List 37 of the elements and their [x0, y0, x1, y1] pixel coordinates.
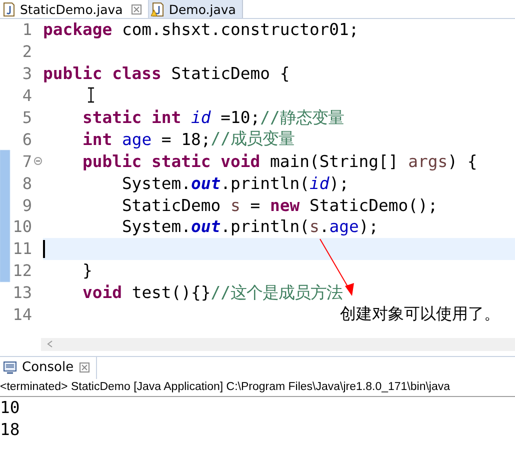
- code-line: System.out.println(id);: [120, 172, 350, 194]
- code-line: public static void main(String[] args) {: [81, 150, 478, 172]
- scroll-left-icon[interactable]: [47, 340, 53, 348]
- horizontal-scrollbar[interactable]: [41, 338, 515, 351]
- line-number: 12: [12, 261, 32, 280]
- collapse-icon[interactable]: [34, 157, 42, 166]
- editor-tab[interactable]: Demo.java: [148, 0, 243, 18]
- console-output: 18: [0, 418, 21, 441]
- line-number: 8: [21, 174, 32, 193]
- code-line: System.out.println(s.age);: [120, 216, 380, 238]
- line-number: 5: [21, 108, 32, 127]
- line-number: 7: [21, 152, 32, 171]
- line-number: 14: [12, 305, 32, 324]
- line-number: 11: [12, 239, 32, 258]
- code-line: public class StaticDemo {: [43, 63, 291, 85]
- code-line: StaticDemo s = new StaticDemo();: [120, 194, 439, 216]
- console-output: 10: [0, 396, 21, 419]
- console-status: <terminated> StaticDemo [Java Application] C:\Program Files\Java\jre1.8.0_171\bin\java: [0, 378, 515, 397]
- console-tab[interactable]: Console: [0, 356, 97, 379]
- line-number: 4: [21, 86, 32, 106]
- line-number: 1: [21, 20, 32, 40]
- text-cursor-icon: [87, 87, 95, 103]
- code-line: void test(){}//这个是成员方法: [81, 282, 344, 304]
- code-line: }: [81, 260, 94, 282]
- close-icon[interactable]: [78, 362, 90, 374]
- line-number: 6: [21, 130, 32, 149]
- code-line: static int id =10;//静态变量: [81, 106, 345, 128]
- code-line: int age = 18;//成员变量: [81, 128, 296, 150]
- line-number: 13: [12, 283, 32, 302]
- line-number: 2: [21, 42, 32, 62]
- line-number: 9: [21, 196, 32, 215]
- code-line: package com.shsxt.constructor01;: [43, 19, 360, 41]
- annotation-text: 创建对象可以使用了。: [340, 304, 500, 325]
- line-number: 3: [21, 64, 32, 84]
- monitor-icon: [3, 361, 17, 374]
- close-icon[interactable]: [130, 4, 142, 14]
- line-number: 10: [12, 217, 32, 236]
